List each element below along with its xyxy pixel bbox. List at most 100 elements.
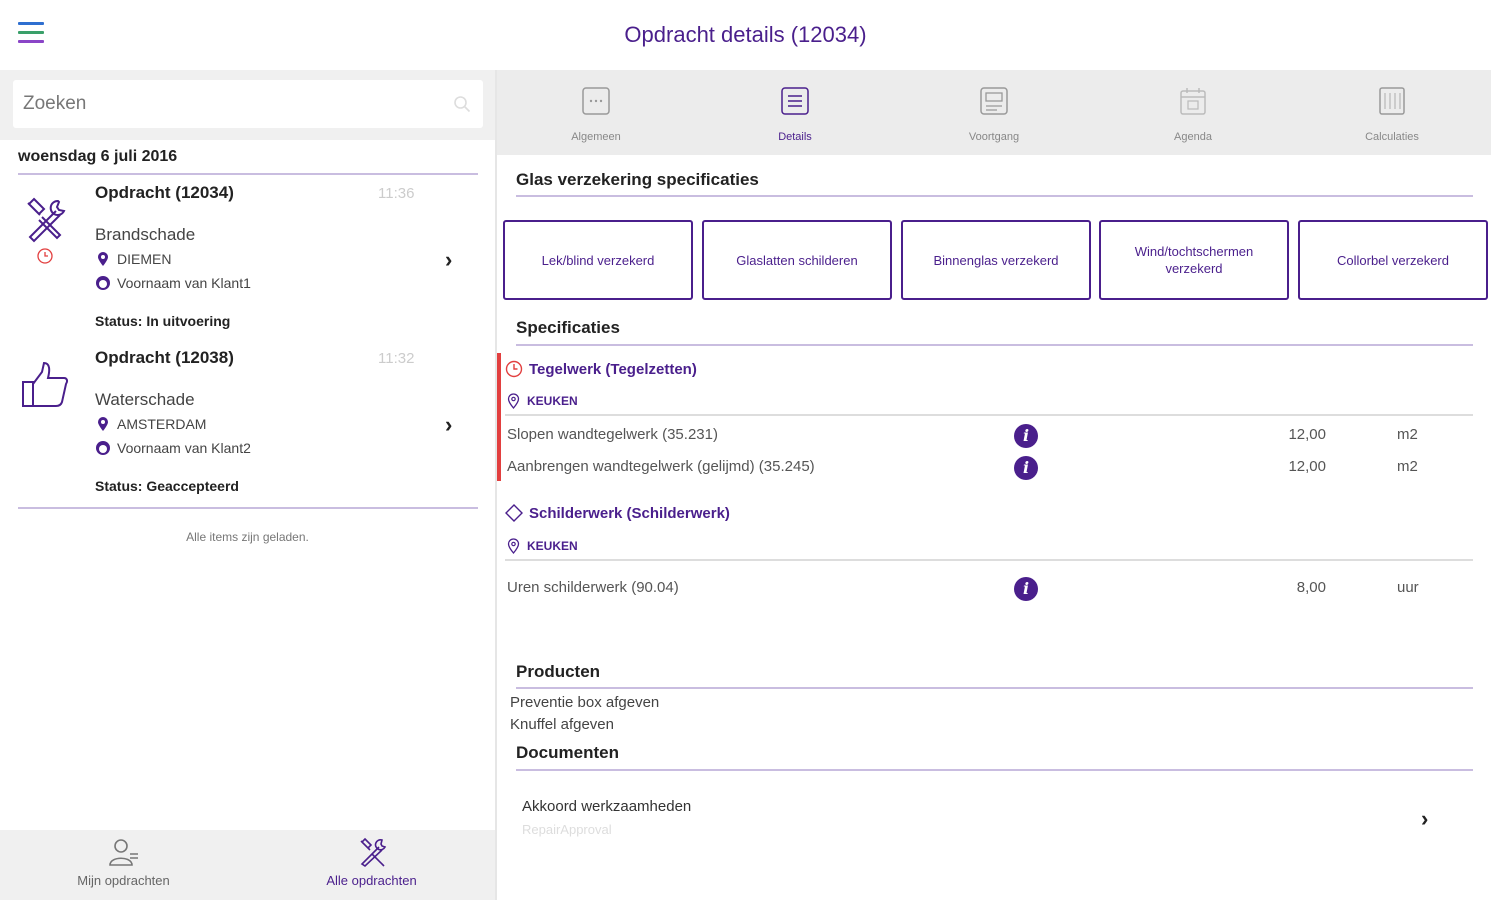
product-item: Knuffel afgeven (510, 716, 614, 733)
progress-icon (980, 87, 1008, 115)
order-status: Status: In uitvoering (95, 313, 231, 329)
location-pin-icon (98, 252, 108, 266)
order-city-label: AMSTERDAM (117, 416, 207, 432)
info-icon[interactable]: i (1014, 577, 1038, 601)
order-city-label: DIEMEN (117, 251, 172, 267)
order-client-label: Voornaam van Klant2 (117, 440, 251, 456)
nav-all-orders[interactable]: Alle opdrachten (248, 830, 495, 900)
spec-location-label: KEUKEN (527, 539, 578, 553)
specs-section-title: Specificaties (516, 318, 620, 337)
spec-group-name: Schilderwerk (Schilderwerk) (529, 504, 730, 522)
client-icon (96, 276, 110, 290)
section-divider (516, 195, 1473, 197)
products-section-title: Producten (516, 662, 601, 681)
documents-section-title: Documenten (516, 743, 619, 762)
tab-label: Calculaties (1365, 131, 1419, 143)
search-bar (0, 70, 495, 140)
date-header: woensdag 6 juli 2016 (18, 148, 178, 165)
spec-divider (505, 414, 1473, 416)
location-pin-icon (507, 538, 520, 554)
tab-details[interactable]: Details (696, 70, 894, 155)
spec-location-label: KEUKEN (527, 394, 578, 408)
chevron-right-icon[interactable]: › (445, 412, 452, 438)
status-indicator-bar (497, 353, 501, 481)
loaded-note: Alle items zijn geladen. (186, 530, 309, 544)
list-icon (781, 87, 809, 115)
info-icon[interactable]: i (1014, 424, 1038, 448)
search-icon[interactable] (453, 95, 471, 113)
person-icon (109, 839, 138, 866)
tab-label: Voortgang (968, 131, 1020, 143)
order-title: Opdracht (12034) (95, 183, 234, 202)
tab-voortgang[interactable]: Voortgang (895, 70, 1093, 155)
order-status: Status: Geaccepteerd (95, 478, 239, 494)
spec-group-location: KEUKEN (507, 393, 578, 409)
order-list-pane: woensdag 6 juli 2016 Opdracht (12034) 11… (0, 70, 495, 900)
nav-all-orders-label: Alle opdrachten (326, 873, 417, 888)
clock-icon (505, 360, 523, 378)
chevron-right-icon[interactable]: › (1421, 806, 1428, 832)
order-client: Voornaam van Klant2 (95, 440, 251, 456)
order-item[interactable]: Opdracht (12034) 11:36 Brandschade DIEME… (0, 175, 495, 335)
client-icon (96, 441, 110, 455)
order-time: 11:36 (378, 185, 415, 202)
diamond-icon (505, 504, 523, 522)
info-icon[interactable]: i (1014, 456, 1038, 480)
detail-pane: Algemeen Details Voortgang Agenda Calcul… (497, 70, 1491, 900)
search-box (13, 80, 483, 128)
order-title: Opdracht (12038) (95, 348, 234, 367)
glass-option-button[interactable]: Lek/blind verzekerd (503, 220, 693, 300)
order-type: Waterschade (95, 390, 195, 409)
top-bar: Opdracht details (12034) (0, 0, 1491, 70)
document-item[interactable]: Akkoord werkzaamheden RepairApproval › (497, 790, 1491, 840)
spec-row: Slopen wandtegelwerk (35.231) i 12,00 m2 (507, 424, 1467, 450)
spec-row: Aanbrengen wandtegelwerk (gelijmd) (35.2… (507, 456, 1467, 482)
document-title: Akkoord werkzaamheden (522, 798, 692, 815)
spec-divider (505, 559, 1473, 561)
glass-section-title: Glas verzekering specificaties (516, 170, 759, 189)
spec-description: Uren schilderwerk (90.04) (507, 579, 679, 596)
spec-unit: uur (1397, 579, 1419, 596)
order-time: 11:32 (378, 350, 415, 367)
spec-unit: m2 (1397, 458, 1418, 475)
search-input[interactable] (13, 80, 433, 128)
tools-icon (27, 197, 66, 264)
tab-algemeen[interactable]: Algemeen (497, 70, 695, 155)
section-divider (516, 687, 1473, 689)
tab-label: Agenda (1174, 131, 1212, 143)
glass-option-button[interactable]: Collorbel verzekerd (1298, 220, 1488, 300)
tab-calculaties[interactable]: Calculaties (1293, 70, 1491, 155)
glass-option-button[interactable]: Binnenglas verzekerd (901, 220, 1091, 300)
product-item: Preventie box afgeven (510, 694, 660, 711)
order-client: Voornaam van Klant1 (95, 275, 251, 291)
thumbs-up-icon (22, 361, 69, 407)
section-divider (516, 344, 1473, 346)
spec-group-header[interactable]: Tegelwerk (Tegelzetten) (505, 360, 697, 378)
tab-agenda[interactable]: Agenda (1094, 70, 1292, 155)
nav-my-orders-label: Mijn opdrachten (77, 873, 170, 888)
spec-description: Slopen wandtegelwerk (35.231) (507, 426, 718, 443)
divider (18, 507, 478, 509)
tab-label: Details (778, 131, 812, 143)
glass-option-button[interactable]: Glaslatten schilderen (702, 220, 892, 300)
spec-quantity: 12,00 (1288, 426, 1326, 443)
location-pin-icon (98, 417, 108, 431)
chevron-right-icon[interactable]: › (445, 247, 452, 273)
spec-unit: m2 (1397, 426, 1418, 443)
page-title: Opdracht details (12034) (624, 22, 867, 47)
order-city: AMSTERDAM (95, 416, 206, 432)
spec-group-header[interactable]: Schilderwerk (Schilderwerk) (505, 504, 730, 522)
spec-group-location: KEUKEN (507, 538, 578, 554)
bottom-nav: Mijn opdrachten Alle opdrachten (0, 830, 495, 900)
spec-row: Uren schilderwerk (90.04) i 8,00 uur (507, 577, 1467, 603)
calculator-icon (1379, 87, 1405, 115)
order-item[interactable]: Opdracht (12038) 11:32 Waterschade AMSTE… (0, 340, 495, 500)
nav-my-orders[interactable]: Mijn opdrachten (0, 830, 247, 900)
section-divider (516, 769, 1473, 771)
glass-option-button[interactable]: Wind/tochtschermen verzekerd (1099, 220, 1289, 300)
chat-icon (582, 87, 610, 115)
location-pin-icon (507, 393, 520, 409)
document-subtitle: RepairApproval (522, 822, 612, 837)
tab-label: Algemeen (571, 131, 621, 143)
order-city: DIEMEN (95, 251, 171, 267)
